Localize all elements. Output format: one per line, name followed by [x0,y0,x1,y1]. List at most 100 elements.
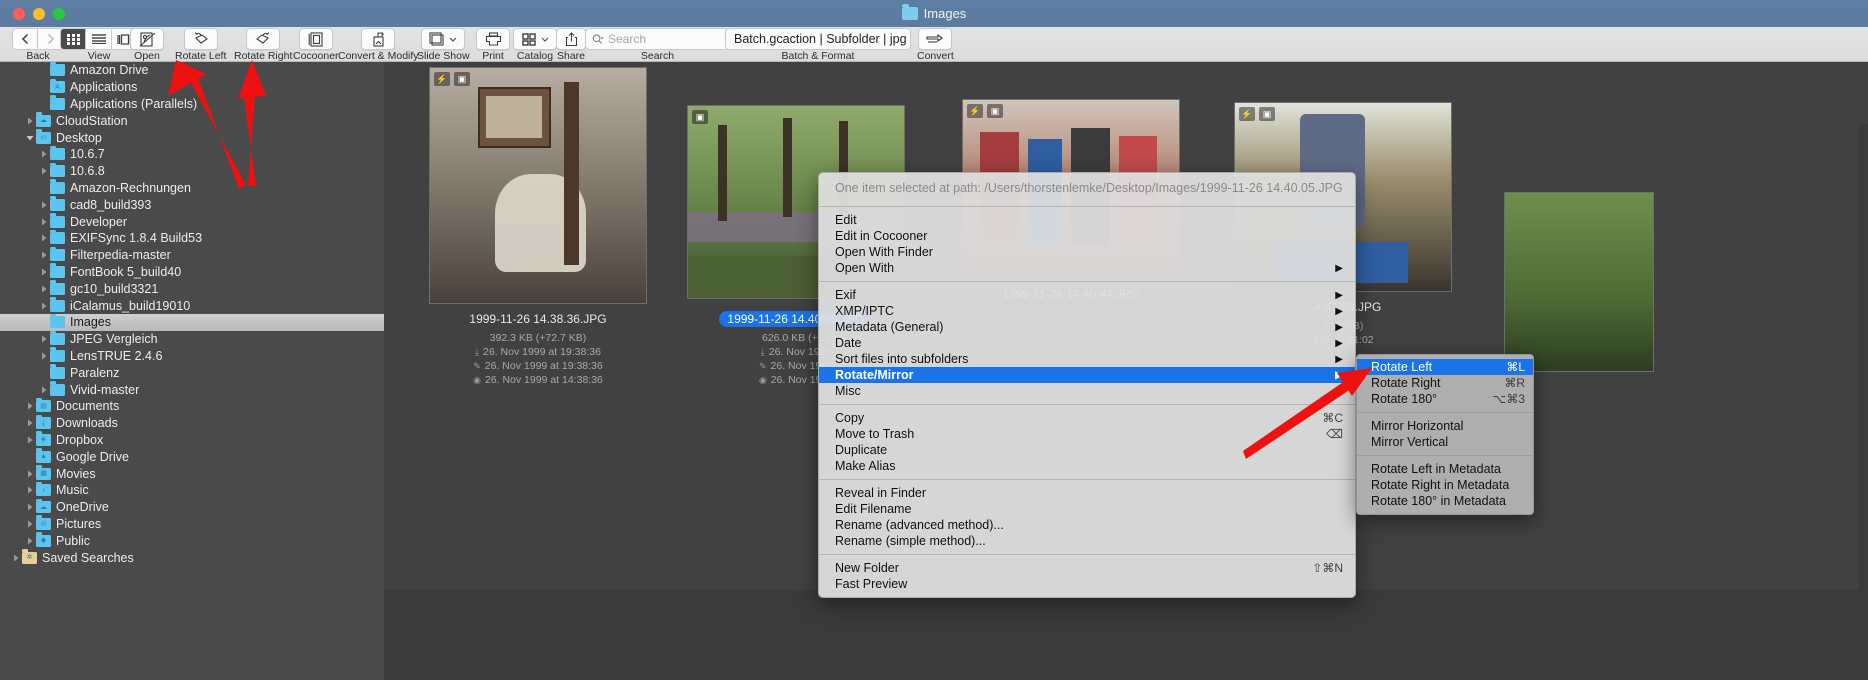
sidebar-item-10-6-7[interactable]: 10.6.7 [0,145,384,163]
content-scrollbar[interactable] [1859,124,1868,680]
thumbnail-image[interactable] [1504,192,1654,372]
back-forward-segmented[interactable] [12,28,64,50]
grid-view-icon[interactable] [60,28,86,50]
context-menu-item-open-with-finder[interactable]: Open With Finder [819,244,1355,260]
sidebar-item-saved-searches[interactable]: ✲ Saved Searches [0,549,384,566]
submenu-item-mirror-vertical[interactable]: Mirror Vertical [1357,434,1533,450]
sidebar-item-jpeg-vergleich[interactable]: JPEG Vergleich [0,330,384,348]
sidebar-item-lenstrue-2-4-6[interactable]: LensTRUE 2.4.6 [0,347,384,365]
sidebar-item-filterpedia-master[interactable]: Filterpedia-master [0,246,384,264]
disclosure-closed-icon[interactable] [38,201,50,209]
print-button[interactable] [476,28,510,50]
context-menu-item-reveal-in-finder[interactable]: Reveal in Finder [819,485,1355,501]
context-menu[interactable]: One item selected at path: /Users/thorst… [818,172,1356,598]
sidebar-item-movies[interactable]: ▦ Movies [0,465,384,482]
sidebar-item-images[interactable]: Images [0,313,384,331]
disclosure-closed-icon[interactable] [24,419,36,427]
submenu-item-mirror-horizontal[interactable]: Mirror Horizontal [1357,418,1533,434]
submenu-item-rotate-right-in-metadata[interactable]: Rotate Right in Metadata [1357,477,1533,493]
context-menu-item-exif[interactable]: Exif ▶ [819,287,1355,303]
disclosure-closed-icon[interactable] [10,554,22,562]
sidebar-item-documents[interactable]: ▤ Documents [0,397,384,415]
submenu-item-rotate-left-in-metadata[interactable]: Rotate Left in Metadata [1357,461,1533,477]
disclosure-closed-icon[interactable] [38,167,50,175]
sidebar-item-icalamus-build19010[interactable]: iCalamus_build19010 [0,297,384,314]
submenu-item-rotate-180[interactable]: Rotate 180° ⌥⌘3 [1357,391,1533,407]
disclosure-closed-icon[interactable] [24,520,36,528]
disclosure-closed-icon[interactable] [24,470,36,478]
search-input[interactable]: Search [585,28,730,50]
rotate-right-button[interactable] [246,28,281,50]
context-menu-item-date[interactable]: Date ▶ [819,335,1355,351]
batch-format-dropdown[interactable]: Batch.gcaction | Subfolder | jpg [725,28,911,50]
context-menu-item-rename-advanced-method[interactable]: Rename (advanced method)... [819,517,1355,533]
rotate-left-button[interactable] [183,28,218,50]
convert-modify-button[interactable] [361,28,396,50]
disclosure-closed-icon[interactable] [38,268,50,276]
open-button[interactable] [130,28,164,50]
sidebar-item-dropbox[interactable]: ◈ Dropbox [0,431,384,449]
submenu-item-rotate-right[interactable]: Rotate Right ⌘R [1357,375,1533,391]
sidebar-item-cloudstation[interactable]: ☁ CloudStation [0,112,384,129]
sidebar-item-google-drive[interactable]: ▲ Google Drive [0,448,384,465]
sidebar-item-pictures[interactable]: ◎ Pictures [0,515,384,533]
disclosure-closed-icon[interactable] [38,302,50,310]
sidebar-item-applications[interactable]: A Applications [0,78,384,96]
slide-show-button[interactable] [421,28,466,50]
sidebar-item-public[interactable]: ◆ Public [0,532,384,549]
context-menu-item-edit-filename[interactable]: Edit Filename [819,501,1355,517]
disclosure-closed-icon[interactable] [24,503,36,511]
context-menu-item-copy[interactable]: Copy ⌘C [819,410,1355,426]
sidebar-item-amazon-drive[interactable]: Amazon Drive [0,62,384,79]
context-menu-item-new-folder[interactable]: New Folder ⇧⌘N [819,560,1355,576]
catalog-button[interactable] [513,28,557,50]
thumbnail-filename[interactable]: 1999-11-26 14.38.36.JPG [469,312,606,326]
thumbnail-image[interactable]: ⚡ ▣ [429,67,647,304]
convert-button[interactable] [918,28,953,50]
sidebar-item-music[interactable]: ♪ Music [0,481,384,499]
list-view-icon[interactable] [86,28,112,50]
sidebar-item-desktop[interactable]: ▭ Desktop [0,129,384,146]
view-mode-segmented[interactable] [60,28,138,50]
context-menu-item-fast-preview[interactable]: Fast Preview [819,576,1355,592]
disclosure-open-icon[interactable] [24,134,36,142]
context-menu-item-make-alias[interactable]: Make Alias [819,458,1355,474]
sidebar-item-paralenz[interactable]: Paralenz [0,364,384,381]
context-menu-item-sort-files-into-subfolders[interactable]: Sort files into subfolders ▶ [819,351,1355,367]
disclosure-closed-icon[interactable] [24,486,36,494]
disclosure-closed-icon[interactable] [24,117,36,125]
disclosure-closed-icon[interactable] [24,402,36,410]
sidebar-item-downloads[interactable]: ⤓ Downloads [0,414,384,432]
disclosure-closed-icon[interactable] [38,285,50,293]
disclosure-closed-icon[interactable] [38,234,50,242]
submenu-item-rotate-left[interactable]: Rotate Left ⌘L [1357,359,1533,375]
disclosure-closed-icon[interactable] [24,436,36,444]
disclosure-closed-icon[interactable] [38,386,50,394]
context-menu-item-open-with[interactable]: Open With ▶ [819,260,1355,276]
submenu-item-rotate-180-in-metadata[interactable]: Rotate 180° in Metadata [1357,493,1533,509]
disclosure-closed-icon[interactable] [24,537,36,545]
sidebar-item-10-6-8[interactable]: 10.6.8 [0,162,384,180]
sidebar-item-exifsync-1-8-4-build53[interactable]: EXIFSync 1.8.4 Build53 [0,229,384,247]
disclosure-closed-icon[interactable] [38,150,50,158]
context-menu-item-edit-in-cocooner[interactable]: Edit in Cocooner [819,228,1355,244]
back-button[interactable] [12,28,38,50]
disclosure-closed-icon[interactable] [38,251,50,259]
folder-tree-sidebar[interactable]: Amazon Drive A Applications Applications (P… [0,62,384,680]
disclosure-closed-icon[interactable] [38,218,50,226]
context-menu-item-xmp-iptc[interactable]: XMP/IPTC ▶ [819,303,1355,319]
sidebar-item-vivid-master[interactable]: Vivid-master [0,381,384,398]
context-menu-item-rotate-mirror[interactable]: Rotate/Mirror ▶ [819,367,1355,383]
disclosure-closed-icon[interactable] [38,352,50,360]
context-menu-item-move-to-trash[interactable]: Move to Trash ⌫ [819,426,1355,442]
disclosure-closed-icon[interactable] [38,335,50,343]
sidebar-item-developer[interactable]: Developer [0,213,384,230]
context-menu-item-metadata-general[interactable]: Metadata (General) ▶ [819,319,1355,335]
sidebar-item-fontbook-5-build40[interactable]: FontBook 5_build40 [0,263,384,281]
rotate-mirror-submenu[interactable]: Rotate Left ⌘L Rotate Right ⌘R Rotate 180° ⌥⌘… [1356,354,1534,515]
context-menu-item-misc[interactable]: Misc ▶ [819,383,1355,399]
context-menu-item-rename-simple-method[interactable]: Rename (simple method)... [819,533,1355,549]
sidebar-item-gc10-build3321[interactable]: gc10_build3321 [0,280,384,297]
sidebar-item-cad8-build393[interactable]: cad8_build393 [0,196,384,213]
context-menu-item-edit[interactable]: Edit [819,212,1355,228]
